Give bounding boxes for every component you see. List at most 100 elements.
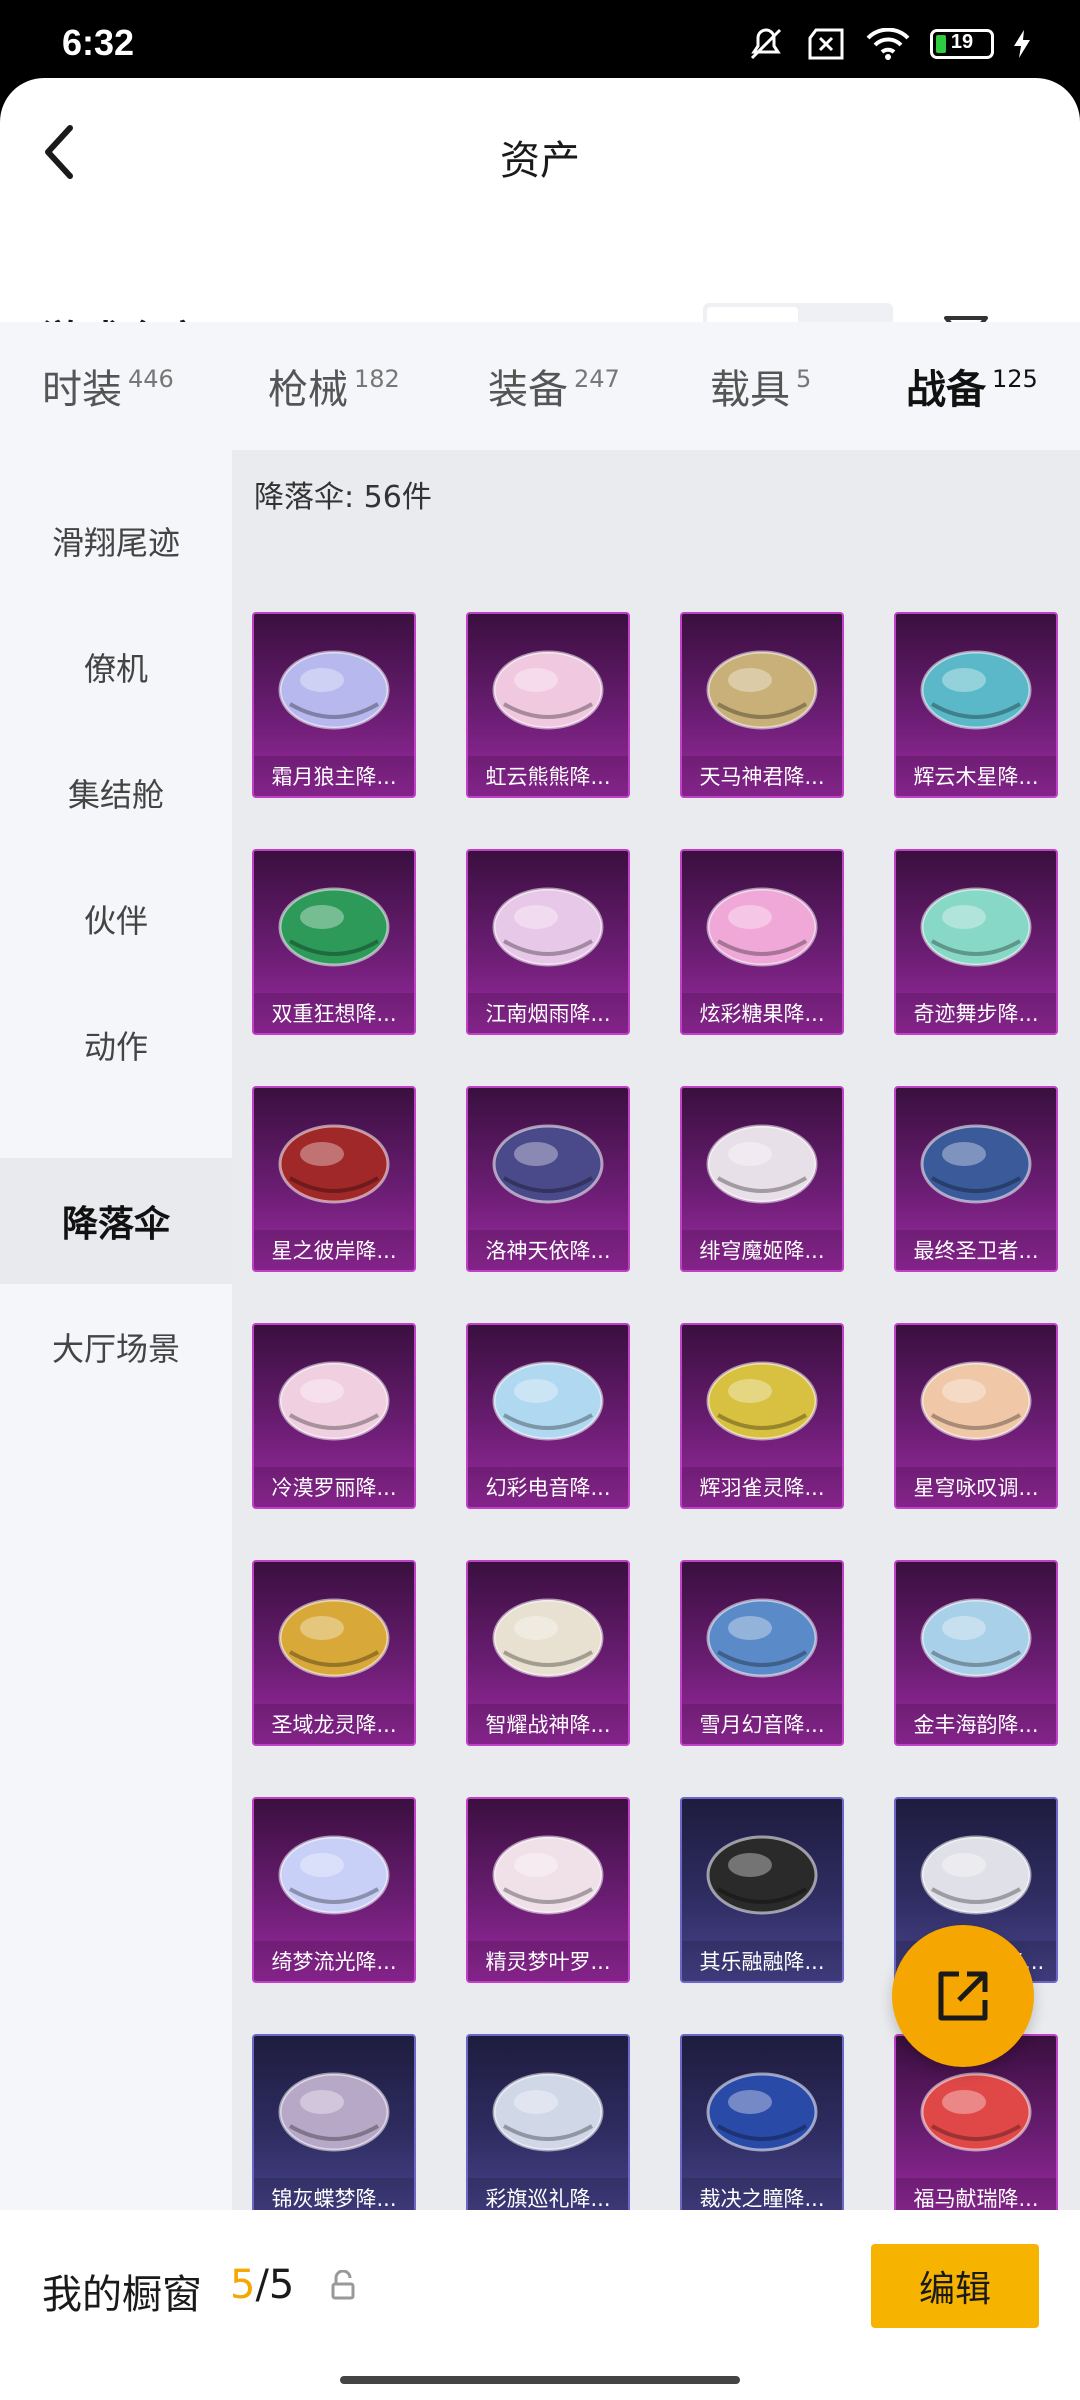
tab-label: 战备 — [906, 367, 986, 413]
item-name: 星穹咏叹调... — [896, 1467, 1056, 1507]
parachute-icon — [698, 1345, 826, 1463]
item-name: 洛神天依降... — [468, 1230, 628, 1270]
home-indicator[interactable] — [340, 2376, 740, 2384]
status-time: 6:32 — [62, 22, 135, 63]
tab-count: 5 — [796, 365, 812, 393]
parachute-icon — [270, 2056, 398, 2174]
item-card[interactable]: 虹云熊熊降... — [466, 612, 630, 798]
parachute-icon — [484, 1108, 612, 1226]
item-card[interactable]: 锦灰蝶梦降... — [252, 2034, 416, 2210]
item-card[interactable]: 彩旗巡礼降... — [466, 2034, 630, 2210]
wifi-icon — [866, 28, 910, 60]
item-card[interactable]: 星穹咏叹调... — [894, 1323, 1058, 1509]
parachute-icon — [484, 634, 612, 752]
tab-label: 枪械 — [268, 367, 348, 413]
sidebar-item-emote[interactable]: 动作 — [0, 982, 232, 1108]
showcase-total: /5 — [255, 2262, 295, 2308]
sidebar-item-pod[interactable]: 集结舱 — [0, 730, 232, 856]
page-title: 资产 — [500, 138, 580, 184]
parachute-icon — [270, 1345, 398, 1463]
item-name: 绮梦流光降... — [254, 1941, 414, 1981]
item-card[interactable]: 辉云木星降... — [894, 612, 1058, 798]
item-card[interactable]: 天马神君降... — [680, 612, 844, 798]
tab-weapons[interactable]: 枪械 182 — [268, 322, 400, 450]
item-card[interactable]: 洛神天依降... — [466, 1086, 630, 1272]
item-name: 霜月狼主降... — [254, 756, 414, 796]
sidebar-item-wingman[interactable]: 僚机 — [0, 604, 232, 730]
item-name: 幻彩电音降... — [468, 1467, 628, 1507]
item-name: 天马神君降... — [682, 756, 842, 796]
item-name: 奇迹舞步降... — [896, 993, 1056, 1033]
charging-icon — [1014, 30, 1030, 58]
mute-icon — [746, 26, 786, 62]
item-name: 星之彼岸降... — [254, 1230, 414, 1270]
share-icon — [938, 1971, 988, 2021]
item-name: 雪月幻音降... — [682, 1704, 842, 1744]
status-bar: 6:32 19 — [0, 0, 1080, 80]
tab-equipment[interactable]: 装备 247 — [488, 322, 620, 450]
tab-vehicles[interactable]: 载具 5 — [710, 322, 811, 450]
item-name: 冷漠罗丽降... — [254, 1467, 414, 1507]
parachute-icon — [270, 1582, 398, 1700]
tab-count: 182 — [354, 365, 400, 393]
no-sim-icon — [806, 28, 846, 60]
sidebar-item-parachute[interactable]: 降落伞 — [0, 1158, 232, 1284]
item-name: 彩旗巡礼降... — [468, 2178, 628, 2210]
item-name: 炫彩糖果降... — [682, 993, 842, 1033]
item-card[interactable]: 雪月幻音降... — [680, 1560, 844, 1746]
item-card[interactable]: 裁决之瞳降... — [680, 2034, 844, 2210]
item-name: 锦灰蝶梦降... — [254, 2178, 414, 2210]
item-card[interactable]: 炫彩糖果降... — [680, 849, 844, 1035]
item-card[interactable]: 圣域龙灵降... — [252, 1560, 416, 1746]
tab-combat-gear[interactable]: 战备 125 — [906, 322, 1038, 450]
item-card[interactable]: 幻彩电音降... — [466, 1323, 630, 1509]
edit-button[interactable]: 编辑 — [871, 2244, 1039, 2328]
parachute-icon — [912, 1108, 1040, 1226]
item-card[interactable]: 其乐融融降... — [680, 1797, 844, 1983]
parachute-icon — [484, 2056, 612, 2174]
item-card[interactable]: 绯穹魔姬降... — [680, 1086, 844, 1272]
item-card[interactable]: 冷漠罗丽降... — [252, 1323, 416, 1509]
item-card[interactable]: 绮梦流光降... — [252, 1797, 416, 1983]
item-name: 智耀战神降... — [468, 1704, 628, 1744]
parachute-icon — [912, 1819, 1040, 1937]
tab-fashion[interactable]: 时装 446 — [42, 322, 174, 450]
item-card[interactable]: 精灵梦叶罗... — [466, 1797, 630, 1983]
tab-label: 载具 — [710, 367, 790, 413]
item-name: 辉羽雀灵降... — [682, 1467, 842, 1507]
item-name: 其乐融融降... — [682, 1941, 842, 1981]
sidebar-item-lobby[interactable]: 大厅场景 — [0, 1284, 232, 1410]
tab-count: 446 — [128, 365, 174, 393]
parachute-icon — [270, 634, 398, 752]
parachute-icon — [912, 2056, 1040, 2174]
parachute-icon — [698, 871, 826, 989]
sidebar-item-glide-trail[interactable]: 滑翔尾迹 — [0, 478, 232, 604]
showcase-current: 5 — [230, 2262, 256, 2308]
item-card[interactable]: 金丰海韵降... — [894, 1560, 1058, 1746]
sidebar-item-companion[interactable]: 伙伴 — [0, 856, 232, 982]
item-card[interactable]: 霜月狼主降... — [252, 612, 416, 798]
item-card[interactable]: 奇迹舞步降... — [894, 849, 1058, 1035]
item-card[interactable]: 江南烟雨降... — [466, 849, 630, 1035]
parachute-icon — [484, 1582, 612, 1700]
parachute-icon — [270, 1819, 398, 1937]
item-card[interactable]: 智耀战神降... — [466, 1560, 630, 1746]
item-card[interactable]: 双重狂想降... — [252, 849, 416, 1035]
parachute-icon — [912, 871, 1040, 989]
item-count: 降落伞: 56件 — [254, 480, 432, 515]
parachute-icon — [270, 871, 398, 989]
category-tabs: 时装 446 枪械 182 装备 247 载具 5 战备 125 — [0, 322, 1080, 450]
item-name: 圣域龙灵降... — [254, 1704, 414, 1744]
item-name: 精灵梦叶罗... — [468, 1941, 628, 1981]
battery-icon: 19 — [930, 29, 994, 59]
parachute-icon — [484, 1345, 612, 1463]
parachute-icon — [912, 634, 1040, 752]
item-name: 裁决之瞳降... — [682, 2178, 842, 2210]
item-name: 虹云熊熊降... — [468, 756, 628, 796]
parachute-icon — [484, 871, 612, 989]
item-card[interactable]: 星之彼岸降... — [252, 1086, 416, 1272]
item-name: 辉云木星降... — [896, 756, 1056, 796]
share-button[interactable] — [892, 1925, 1034, 2067]
item-card[interactable]: 最终圣卫者... — [894, 1086, 1058, 1272]
item-card[interactable]: 辉羽雀灵降... — [680, 1323, 844, 1509]
